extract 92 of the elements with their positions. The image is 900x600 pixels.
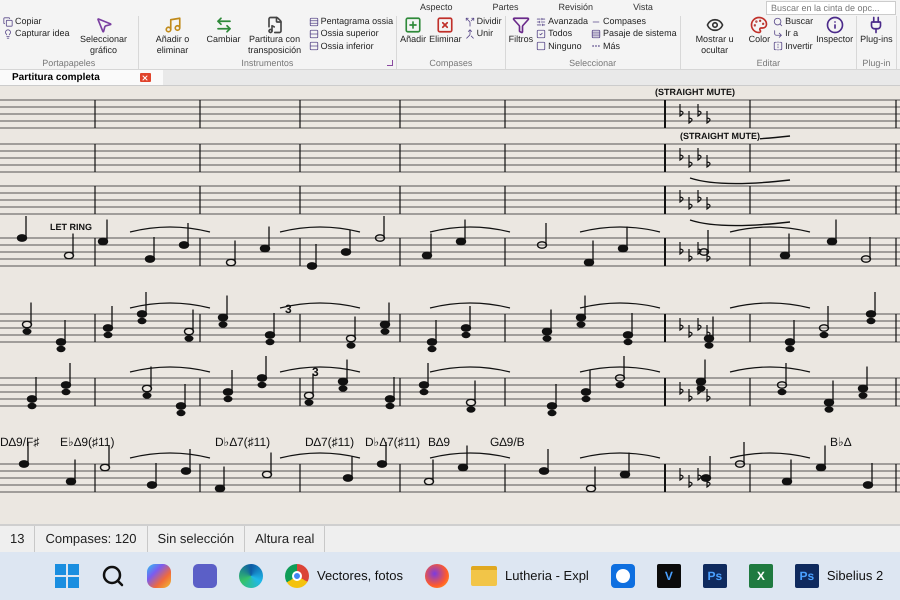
ribbon-button[interactable]: Inspector bbox=[816, 16, 854, 46]
ribbon-button[interactable]: Partitura con transposición bbox=[244, 16, 306, 56]
pointer-icon bbox=[94, 16, 113, 34]
music-note-icon bbox=[164, 16, 182, 34]
split-icon bbox=[464, 16, 475, 27]
group-label: Compases bbox=[429, 58, 472, 70]
document-tab[interactable]: Partitura completa bbox=[0, 70, 163, 85]
ribbon-button[interactable]: Filtros bbox=[508, 16, 534, 46]
palette-icon bbox=[750, 16, 768, 34]
app-tile-icon[interactable]: Ps bbox=[702, 564, 727, 588]
menu-tab[interactable]: Vista bbox=[633, 1, 653, 15]
ribbon-button[interactable]: Ninguno bbox=[536, 40, 588, 52]
performance-direction: (STRAIGHT MUTE) bbox=[680, 131, 760, 142]
chrome-browser-icon[interactable] bbox=[285, 564, 309, 588]
taskbar-label[interactable]: Sibelius 2 bbox=[826, 566, 884, 586]
ribbon-button[interactable]: Unir bbox=[464, 28, 502, 40]
taskbar-label[interactable]: Vectores, fotos bbox=[317, 566, 403, 586]
group-label: Seleccionar bbox=[569, 58, 616, 70]
info-icon bbox=[826, 16, 844, 34]
ribbon-button[interactable]: Dividir bbox=[464, 16, 502, 28]
ribbon-button[interactable]: Ossia superior bbox=[308, 28, 394, 40]
chord-symbol: D∆9/F♯ bbox=[0, 434, 40, 451]
chord-symbol: G∆9/B bbox=[490, 434, 525, 451]
windows-logo-icon[interactable] bbox=[55, 564, 79, 588]
sliders-icon bbox=[536, 16, 546, 27]
chord-symbol: D♭∆7(♯11) bbox=[365, 434, 420, 451]
ribbon-button[interactable]: Compases bbox=[591, 16, 677, 28]
score-page-icon bbox=[266, 16, 284, 34]
swap-arrows-icon bbox=[214, 16, 233, 34]
checked-square-icon bbox=[536, 28, 546, 39]
square-icon bbox=[536, 41, 546, 52]
staff-below-icon bbox=[308, 41, 319, 52]
ribbon-button[interactable]: Ossia inferior bbox=[308, 40, 394, 52]
ribbon-button[interactable]: Todos bbox=[536, 28, 588, 40]
rows-icon bbox=[591, 28, 602, 39]
menu-tab[interactable]: Partes bbox=[492, 1, 519, 15]
chord-symbol: B∆9 bbox=[428, 434, 450, 451]
taskbar-label[interactable]: Lutheria - Expl bbox=[505, 566, 589, 586]
ribbon-button[interactable]: Cambiar bbox=[206, 16, 241, 46]
add-bar-icon bbox=[404, 16, 422, 34]
tab-title: Partitura completa bbox=[12, 71, 100, 85]
performance-direction: (STRAIGHT MUTE) bbox=[655, 87, 735, 98]
merge-icon bbox=[464, 28, 475, 39]
ribbon-button[interactable]: Copiar bbox=[3, 16, 70, 28]
firefox-browser-icon[interactable] bbox=[425, 564, 449, 588]
ribbon-button[interactable]: Ir a bbox=[773, 28, 814, 40]
search-icon[interactable] bbox=[101, 564, 125, 588]
ribbon-button[interactable]: Añadir o eliminar bbox=[142, 16, 204, 56]
app-tile-icon[interactable]: V bbox=[656, 564, 681, 588]
ribbon-button[interactable]: Color bbox=[748, 16, 770, 46]
eye-icon bbox=[706, 16, 724, 34]
app-tile-icon[interactable]: Ps bbox=[794, 564, 819, 588]
dialog-launcher-icon[interactable] bbox=[387, 60, 394, 66]
ribbon-button[interactable]: Avanzada bbox=[536, 16, 588, 28]
lightbulb-icon bbox=[3, 28, 13, 39]
ribbon-button[interactable]: Pentagrama ossia bbox=[308, 16, 394, 28]
ribbon-button[interactable]: Mostrar u ocultar bbox=[684, 16, 746, 56]
copy-icon bbox=[3, 16, 13, 27]
close-button[interactable] bbox=[140, 73, 151, 82]
search-icon bbox=[773, 16, 784, 27]
performance-direction: LET RING bbox=[50, 222, 92, 233]
group-label: Plug-in bbox=[862, 58, 890, 70]
group-label: Instrumentos bbox=[241, 58, 294, 70]
ribbon-search-field[interactable]: Buscar en la cinta de opc... bbox=[766, 1, 896, 15]
ribbon-button[interactable]: Pasaje de sistema bbox=[591, 28, 677, 40]
chord-symbol: D∆7(♯11) bbox=[305, 434, 354, 451]
remove-bar-icon bbox=[436, 16, 454, 34]
ribbon-button[interactable]: Invertir bbox=[773, 40, 814, 52]
remote-desktop-icon[interactable] bbox=[610, 564, 635, 588]
group-label: Editar bbox=[756, 58, 780, 70]
staff-lines-icon bbox=[308, 16, 319, 27]
ribbon-button[interactable]: Añadir bbox=[400, 16, 426, 46]
menu-tab[interactable]: Revisión bbox=[558, 1, 594, 15]
ribbon-button[interactable]: Más bbox=[591, 40, 677, 52]
ribbon-button[interactable]: Eliminar bbox=[429, 16, 462, 46]
people-icon[interactable] bbox=[193, 564, 217, 588]
flip-icon bbox=[773, 41, 784, 52]
ribbon-button[interactable]: Seleccionar gráfico bbox=[72, 16, 135, 56]
chord-symbol: D♭∆7(♯11) bbox=[215, 434, 270, 451]
staff-above-icon bbox=[308, 28, 319, 39]
ribbon-button[interactable]: Plug-ins bbox=[860, 16, 893, 46]
chord-symbol: E♭∆9(♯11) bbox=[60, 434, 114, 451]
chord-symbol: B♭∆ bbox=[830, 434, 852, 451]
edge-browser-icon[interactable] bbox=[239, 564, 263, 588]
arrow-icon bbox=[773, 28, 784, 39]
group-label: Portapapeles bbox=[42, 58, 96, 70]
ribbon-button[interactable]: Capturar idea bbox=[3, 28, 70, 40]
copilot-icon[interactable] bbox=[147, 564, 171, 588]
spreadsheet-icon[interactable]: X bbox=[748, 564, 773, 588]
menu-tab[interactable]: Aspecto bbox=[420, 1, 453, 15]
filter-icon bbox=[512, 16, 530, 34]
ribbon-button[interactable]: Buscar bbox=[773, 16, 814, 28]
